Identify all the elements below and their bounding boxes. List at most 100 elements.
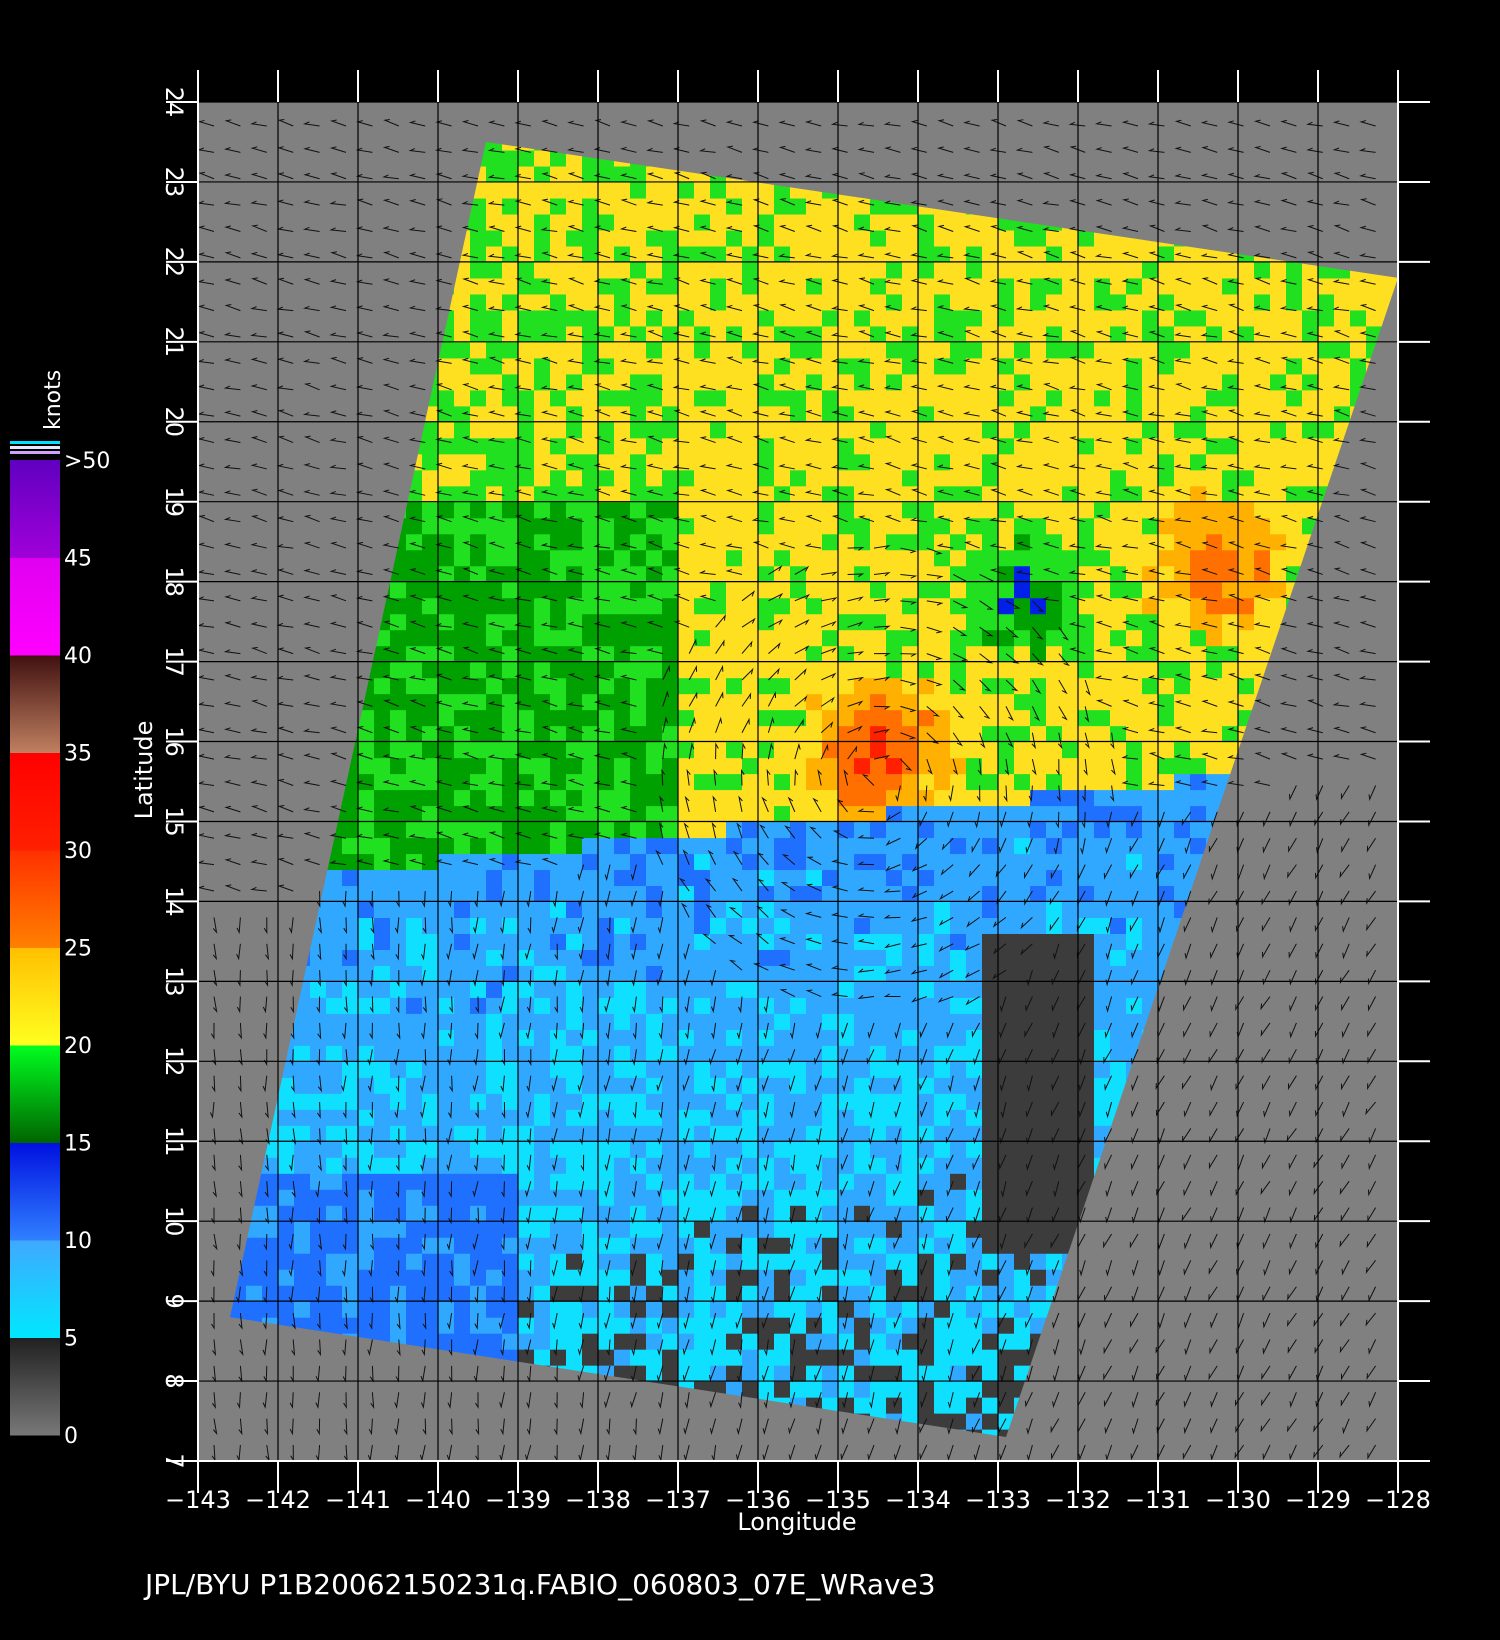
swath-cell (854, 309, 871, 327)
swath-cell (982, 1061, 999, 1078)
swath-cell (806, 309, 823, 327)
swath-cell (470, 1253, 487, 1270)
swath-cell (566, 1029, 583, 1046)
swath-cell (518, 421, 535, 439)
swath-cell (1014, 421, 1031, 439)
swath-cell (390, 869, 407, 887)
swath-cell (486, 149, 503, 167)
swath-cell (582, 853, 599, 871)
swath-cell (550, 501, 567, 519)
swath-cell (614, 1045, 631, 1062)
swath-cell (934, 725, 951, 743)
swath-cell (678, 917, 695, 934)
swath-cell (950, 373, 967, 391)
swath-cell (854, 469, 871, 487)
swath-cell (470, 501, 487, 519)
swath-cell (470, 341, 487, 359)
swath-cell (582, 933, 599, 950)
swath-cell (406, 757, 423, 775)
swath-cell (1046, 1029, 1063, 1046)
swath-cell (998, 1333, 1015, 1350)
swath-cell (742, 1269, 759, 1286)
swath-cell (614, 917, 631, 934)
swath-cell (262, 1189, 279, 1206)
swath-cell (518, 629, 535, 647)
swath-cell (902, 1397, 919, 1414)
swath-cell (918, 757, 935, 775)
swath-cell (822, 837, 839, 855)
swath-cell (1030, 901, 1047, 918)
swath-cell (886, 709, 903, 727)
swath-cell (806, 373, 823, 391)
swath-cell (422, 1109, 439, 1126)
swath-cell (502, 213, 519, 231)
swath-cell (614, 677, 631, 695)
swath-cell (534, 869, 551, 887)
swath-cell (470, 1029, 487, 1046)
swath-cell (582, 1077, 599, 1094)
swath-cell (598, 1253, 615, 1270)
swath-cell (694, 965, 711, 982)
swath-cell (646, 693, 663, 711)
swath-cell (774, 1125, 791, 1142)
swath-cell (998, 581, 1015, 599)
swath-cell (470, 645, 487, 663)
swath-cell (438, 1301, 455, 1318)
swath-cell (582, 1125, 599, 1142)
swath-cell (854, 837, 871, 855)
swath-cell (902, 1381, 919, 1398)
swath-cell (406, 1221, 423, 1238)
swath-cell (582, 373, 599, 391)
swath-cell (486, 1157, 503, 1174)
swath-cell (1030, 86, 1047, 103)
swath-cell (678, 1029, 695, 1046)
swath-cell (326, 1125, 343, 1142)
swath-cell (870, 1061, 887, 1078)
swath-cell (870, 693, 887, 711)
swath-cell (454, 645, 471, 663)
swath-cell (982, 773, 999, 791)
swath-cell (438, 533, 455, 551)
swath-cell (806, 565, 823, 583)
swath-cell (614, 1221, 631, 1238)
swath-cell (726, 869, 743, 887)
swath-cell (582, 1189, 599, 1206)
swath-cell (838, 517, 855, 535)
swath-cell (422, 1141, 439, 1158)
swath-cell (1014, 1237, 1031, 1254)
swath-cell (998, 421, 1015, 439)
swath-cell (902, 1013, 919, 1030)
swath-cell (662, 277, 679, 295)
swath-cell (982, 805, 999, 823)
swath-cell (742, 341, 759, 359)
swath-cell (1030, 869, 1047, 887)
swath-cell (982, 1013, 999, 1030)
swath-cell (806, 389, 823, 407)
swath-cell (1030, 469, 1047, 487)
swath-cell (326, 1029, 343, 1046)
swath-cell (374, 709, 391, 727)
swath-cell (406, 949, 423, 966)
swath-cell (454, 789, 471, 807)
swath-cell (566, 789, 583, 807)
swath-cell (598, 885, 615, 903)
swath-cell (550, 197, 567, 215)
swath-cell (630, 1013, 647, 1030)
swath-cell (998, 885, 1015, 903)
swath-cell (422, 613, 439, 631)
swath-cell (758, 421, 775, 439)
swath-cell (550, 1109, 567, 1126)
swath-cell (406, 1093, 423, 1110)
swath-cell (582, 757, 599, 775)
swath-cell (790, 1333, 807, 1350)
swath-cell (950, 469, 967, 487)
swath-cell (790, 1045, 807, 1062)
swath-cell (998, 277, 1015, 295)
map-plot-area: −143 −142 −141 −140 −139 −138 −137 −136 −135 −134… (160, 70, 1431, 1514)
swath-cell (662, 725, 679, 743)
swath-cell (918, 1061, 935, 1078)
swath-cell (470, 981, 487, 998)
swath-cell (694, 1173, 711, 1190)
swath-cell (502, 1317, 519, 1334)
swath-cell (774, 741, 791, 759)
